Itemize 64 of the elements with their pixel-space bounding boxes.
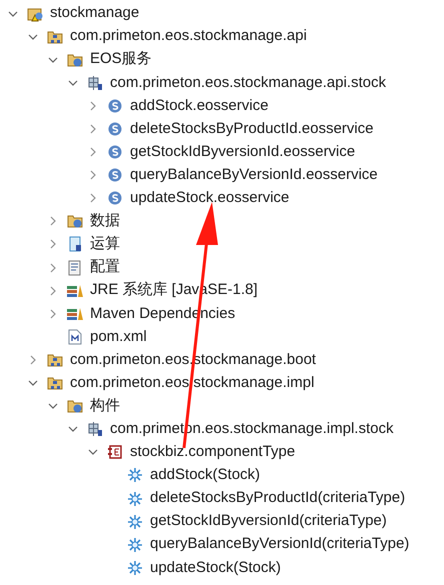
collapse-chevron-icon[interactable] (68, 424, 78, 434)
tree-item-label[interactable]: 运算 (90, 233, 120, 256)
collapse-chevron-icon[interactable] (8, 8, 18, 19)
tree-item-label[interactable]: 配置 (90, 256, 120, 279)
expand-chevron-icon[interactable] (28, 354, 38, 365)
tree-item-label[interactable]: deleteStocksByProductId(criteriaType) (150, 487, 406, 510)
expand-chevron-icon[interactable] (88, 193, 98, 204)
service-icon (108, 191, 122, 206)
service-icon (108, 145, 122, 160)
package-icon (87, 74, 103, 91)
tree-item-label[interactable]: addStock.eosservice (130, 94, 268, 118)
tree-item-label[interactable]: queryBalanceByVersionId.eosservice (130, 164, 378, 186)
tree-item-label[interactable]: updateStock(Stock) (150, 556, 281, 580)
tree-item-label[interactable]: EOS服务 (90, 48, 152, 71)
tree-item-label[interactable]: 构件 (90, 394, 120, 418)
tree-item-label[interactable]: getStockIdByversionId(criteriaType) (150, 510, 387, 533)
expand-chevron-icon[interactable] (88, 124, 98, 134)
folder-project-icon (47, 28, 63, 45)
expand-chevron-icon[interactable] (48, 262, 58, 273)
service-icon (108, 98, 122, 113)
folder-icon (67, 398, 83, 414)
collapse-chevron-icon[interactable] (28, 32, 38, 42)
tree-item-label[interactable]: pom.xml (90, 326, 147, 348)
expand-chevron-icon[interactable] (48, 286, 58, 296)
tree-item-label[interactable]: updateStock.eosservice (130, 187, 290, 210)
project-icon (27, 6, 43, 22)
folder-icon (67, 213, 83, 230)
tree-item-label[interactable]: queryBalanceByVersionId(criteriaType) (150, 533, 410, 556)
folder-project-icon (47, 375, 63, 392)
component-icon (107, 444, 123, 460)
tree-item-label[interactable]: 数据 (90, 210, 120, 233)
gear-icon (127, 514, 143, 530)
gear-icon (127, 536, 143, 553)
tree-item-label[interactable]: stockmanage (50, 2, 140, 25)
collapse-chevron-icon[interactable] (48, 54, 58, 65)
gear-icon (127, 467, 143, 484)
expand-chevron-icon[interactable] (48, 216, 58, 226)
expand-chevron-icon[interactable] (48, 239, 58, 250)
tree-item-label[interactable]: com.primeton.eos.stockmanage.api (70, 25, 307, 48)
service-icon (108, 168, 122, 182)
collapse-chevron-icon[interactable] (88, 447, 98, 458)
collapse-chevron-icon[interactable] (68, 78, 78, 88)
folder-project-icon (47, 352, 63, 368)
document-icon (67, 236, 83, 252)
service-icon (108, 122, 122, 136)
expand-chevron-icon[interactable] (48, 308, 58, 319)
tree-item-label[interactable]: getStockIdByversionId.eosservice (130, 140, 356, 164)
tree-item-label[interactable]: stockbiz.componentType (130, 441, 296, 464)
expand-chevron-icon[interactable] (88, 170, 98, 180)
expand-chevron-icon[interactable] (88, 100, 98, 111)
package-icon (87, 421, 103, 438)
gear-icon (127, 560, 143, 576)
collapse-chevron-icon[interactable] (28, 378, 38, 388)
tree-item-label[interactable]: com.primeton.eos.stockmanage.api.stock (110, 72, 386, 94)
library-icon (66, 306, 84, 321)
folder-icon (67, 52, 83, 68)
tree-item-label[interactable]: deleteStocksByProductId.eosservice (130, 118, 374, 140)
xml-file-icon (68, 328, 82, 345)
config-file-icon (67, 260, 83, 276)
gear-icon (127, 490, 143, 507)
collapse-chevron-icon[interactable] (48, 401, 58, 412)
expand-chevron-icon[interactable] (88, 147, 98, 158)
library-icon (66, 284, 84, 298)
tree-item-label[interactable]: addStock(Stock) (150, 464, 260, 487)
